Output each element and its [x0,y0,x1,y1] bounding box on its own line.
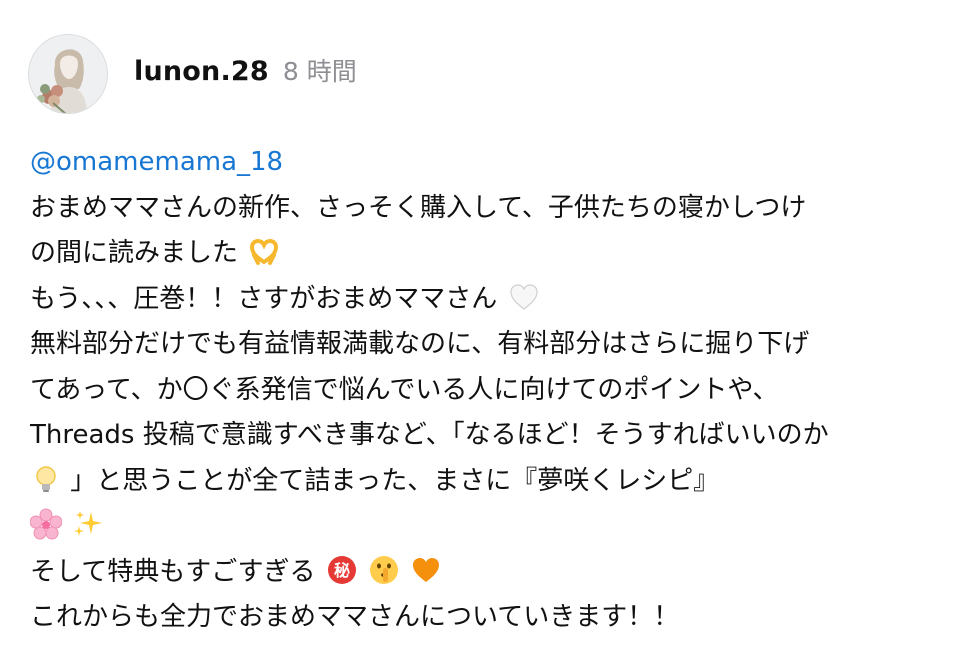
author-username[interactable]: lunon.28 [134,56,269,87]
light-bulb-icon [30,463,62,495]
cherry-blossom-icon [30,508,62,540]
post-text: これからも全力でおまめママさんについていきます！！ [30,602,680,632]
post-line-9: そして特典もすごすぎる 秘 [30,550,950,596]
post-body: @omamemama_18 おまめママさんの新作、さっそく購入して、子供たちの寝… [30,140,950,641]
avatar-illustration-icon [29,35,107,113]
post-text: てあって、か〇ぐ系発信で悩んでいる人に向けてのポイントや、 [30,374,779,405]
white-heart-icon [508,281,540,313]
post-line-4: 無料部分だけでも有益情報満載なのに、有料部分はさらに掘り下げ [30,322,950,368]
post-text: 」と思うことが全て詰まった、まさに『夢咲くレシピ』 [70,465,720,496]
post-line-10: これからも全力でおまめママさんについていきます！！ [30,595,950,641]
post-line-mention: @omamemama_18 [30,140,950,186]
post-text: おまめママさんの新作、さっそく購入して、子供たちの寝かしつけ [30,192,807,223]
secret-ideograph-icon: 秘 [326,554,358,586]
svg-text:秘: 秘 [334,561,350,580]
post-text: の間に読みました [30,238,239,268]
post-text: Threads 投稿で意識すべき事など、「なるほど！そうすればいいのか [30,420,829,450]
post-line-8 [30,504,950,550]
post-text: 無料部分だけでも有益情報満載なのに、有料部分はさらに掘り下げ [30,329,810,359]
heart-hands-icon [248,235,280,267]
thread-post: lunon.28 8 時間 @omamemama_18 おまめママさんの新作、さ… [0,0,969,670]
post-line-2: の間に読みました [30,231,950,277]
post-line-5: てあって、か〇ぐ系発信で悩んでいる人に向けてのポイントや、 [30,368,950,414]
mention-link[interactable]: @omamemama_18 [30,147,283,177]
post-text: もう、、、圧巻！！さすがおまめママさん [30,283,498,314]
post-timestamp: 8 時間 [282,57,357,86]
post-line-7: 」と思うことが全て詰まった、まさに『夢咲くレシピ』 [30,459,950,505]
orange-heart-icon [410,554,442,586]
post-header: lunon.28 8 時間 [134,52,357,96]
post-line-1: おまめママさんの新作、さっそく購入して、子供たちの寝かしつけ [30,186,950,232]
post-line-3: もう、、、圧巻！！さすがおまめママさん [30,277,950,323]
author-avatar[interactable] [28,34,108,114]
post-text: そして特典もすごすぎる [30,556,316,587]
sparkles-icon [72,508,104,540]
post-line-6: Threads 投稿で意識すべき事など、「なるほど！そうすればいいのか [30,413,950,459]
shushing-face-icon [368,554,400,586]
